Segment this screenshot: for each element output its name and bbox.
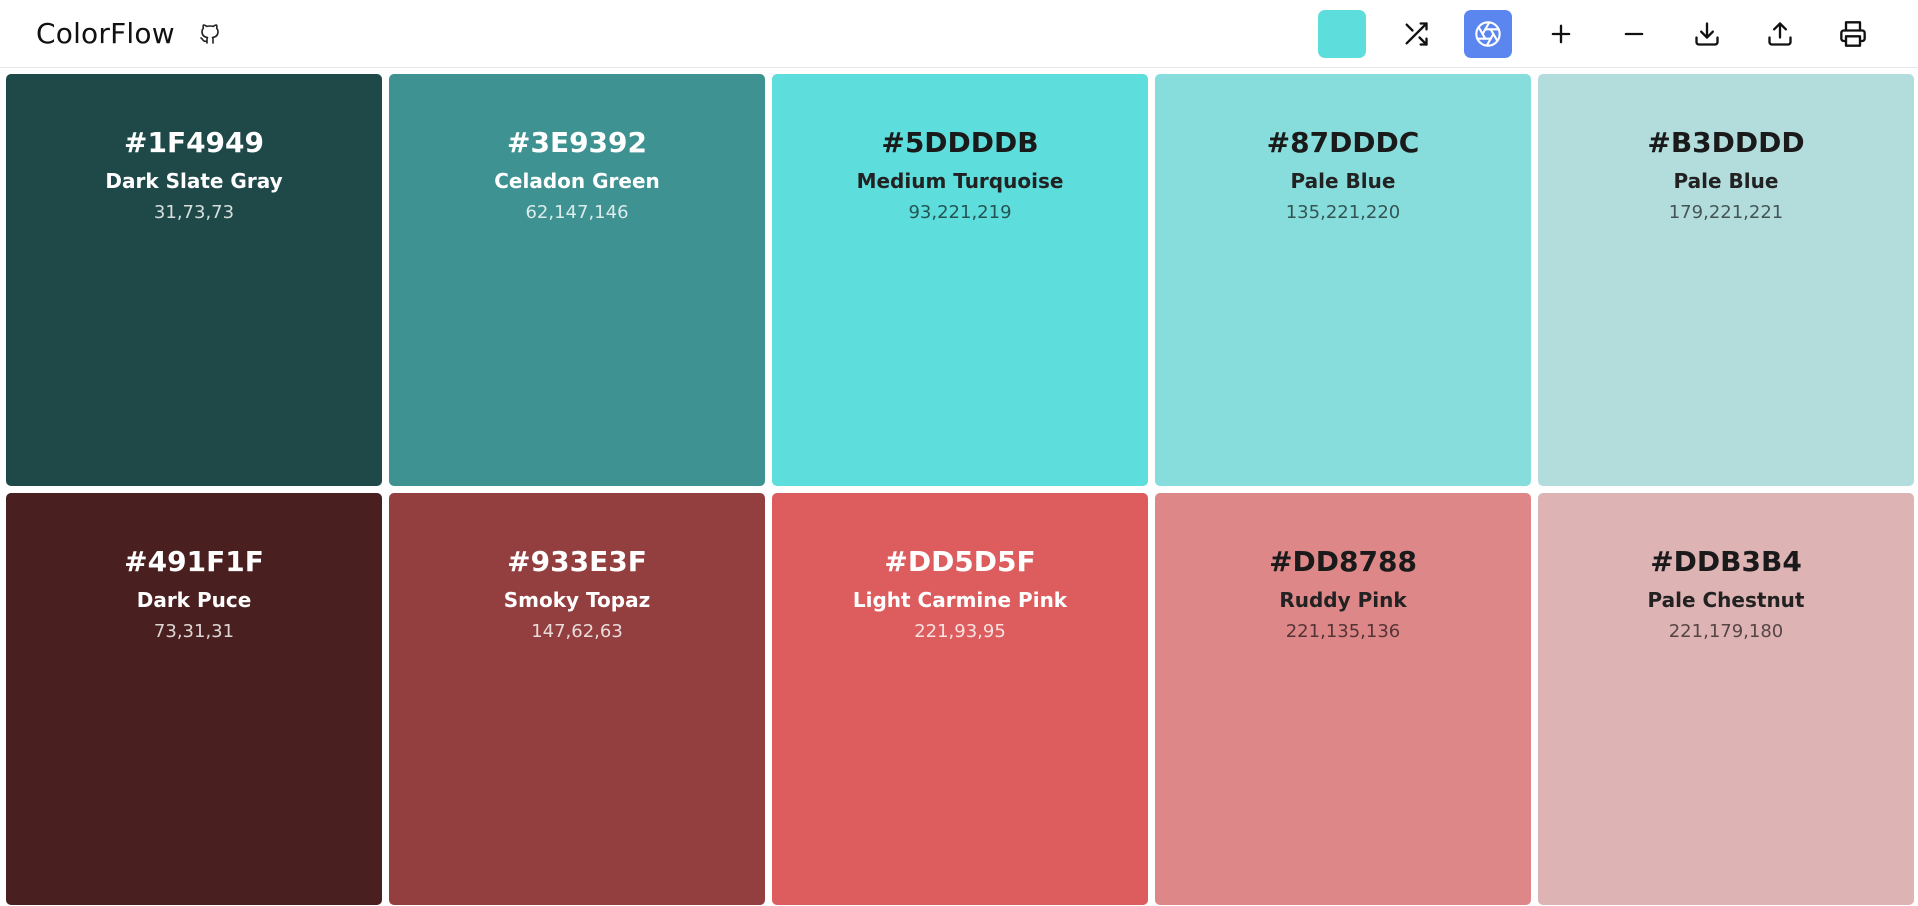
color-card[interactable]: #DD5D5F Light Carmine Pink 221,93,95 <box>772 493 1148 905</box>
color-hex[interactable]: #DDB3B4 <box>1538 545 1914 583</box>
color-name: Dark Puce <box>136 588 252 612</box>
minus-icon <box>1624 32 1644 36</box>
color-name: Pale Blue <box>1673 169 1779 193</box>
shuffle-button[interactable] <box>1392 10 1440 58</box>
palette-grid: #1F4949 Dark Slate Gray 31,73,73 #3E9392 Ce… <box>6 74 1914 906</box>
color-rgb: 179,221,221 <box>1668 202 1784 223</box>
color-name: Dark Slate Gray <box>105 169 283 193</box>
print-button[interactable] <box>1829 10 1877 58</box>
color-name: Pale Chestnut <box>1647 588 1805 612</box>
color-rgb: 73,31,31 <box>153 621 235 642</box>
color-name: Smoky Topaz <box>503 588 651 612</box>
download-button[interactable] <box>1683 10 1731 58</box>
download-icon <box>1695 22 1719 46</box>
aperture-icon <box>1475 21 1501 47</box>
color-name: Celadon Green <box>494 169 660 193</box>
remove-color-button[interactable] <box>1610 10 1658 58</box>
color-name: Medium Turquoise <box>856 169 1064 193</box>
color-hex[interactable]: #5DDDDB <box>772 126 1148 164</box>
top-bar: ColorFlow <box>0 0 1918 68</box>
color-hex[interactable]: #B3DDDD <box>1538 126 1914 164</box>
color-name: Pale Blue <box>1290 169 1396 193</box>
share-button[interactable] <box>1756 10 1804 58</box>
color-rgb: 135,221,220 <box>1285 202 1401 223</box>
color-card[interactable]: #87DDDC Pale Blue 135,221,220 <box>1155 74 1531 486</box>
color-rgb: 221,135,136 <box>1285 621 1401 642</box>
color-hex[interactable]: #87DDDC <box>1155 126 1531 164</box>
color-card[interactable]: #1F4949 Dark Slate Gray 31,73,73 <box>6 74 382 486</box>
color-hex[interactable]: #3E9392 <box>389 126 765 164</box>
color-rgb: 221,93,95 <box>914 621 1006 642</box>
color-card[interactable]: #933E3F Smoky Topaz 147,62,63 <box>389 493 765 905</box>
color-card[interactable]: #5DDDDB Medium Turquoise 93,221,219 <box>772 74 1148 486</box>
color-rgb: 221,179,180 <box>1668 621 1784 642</box>
printer-icon <box>1840 21 1866 47</box>
color-hex[interactable]: #DD8788 <box>1155 545 1531 583</box>
color-rgb: 62,147,146 <box>525 202 629 223</box>
color-hex[interactable]: #DD5D5F <box>772 545 1148 583</box>
color-mode-button[interactable] <box>1464 10 1512 58</box>
color-card[interactable]: #B3DDDD Pale Blue 179,221,221 <box>1538 74 1914 486</box>
color-rgb: 31,73,73 <box>153 202 235 223</box>
color-hex[interactable]: #933E3F <box>389 545 765 583</box>
plus-icon <box>1551 24 1571 44</box>
color-hex[interactable]: #491F1F <box>6 545 382 583</box>
color-card[interactable]: #3E9392 Celadon Green 62,147,146 <box>389 74 765 486</box>
color-name: Ruddy Pink <box>1279 588 1407 612</box>
current-color-swatch[interactable] <box>1318 10 1366 58</box>
color-card[interactable]: #DD8788 Ruddy Pink 221,135,136 <box>1155 493 1531 905</box>
add-color-button[interactable] <box>1537 10 1585 58</box>
color-rgb: 93,221,219 <box>908 202 1012 223</box>
upload-icon <box>1768 22 1792 46</box>
color-name: Light Carmine Pink <box>852 588 1068 612</box>
color-rgb: 147,62,63 <box>531 621 623 642</box>
shuffle-icon <box>1405 22 1428 46</box>
color-card[interactable]: #DDB3B4 Pale Chestnut 221,179,180 <box>1538 493 1914 905</box>
color-hex[interactable]: #1F4949 <box>6 126 382 164</box>
color-card[interactable]: #491F1F Dark Puce 73,31,31 <box>6 493 382 905</box>
